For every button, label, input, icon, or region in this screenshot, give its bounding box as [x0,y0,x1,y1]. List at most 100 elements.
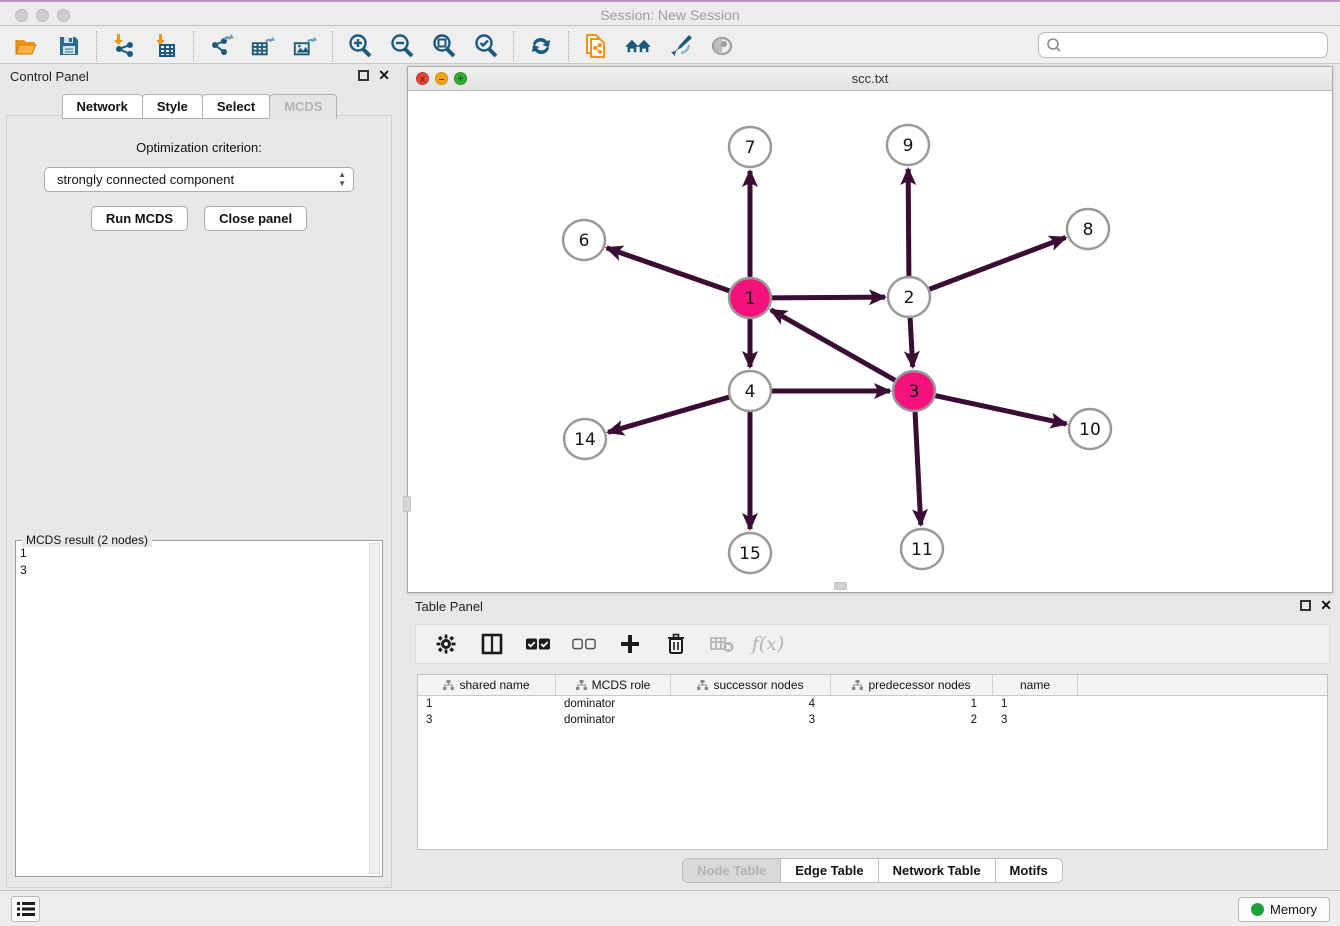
tab-edge-table[interactable]: Edge Table [781,859,878,882]
column-label: shared name [459,678,529,692]
export-network-icon[interactable] [208,33,234,59]
node-label: 7 [745,138,756,158]
column-header-MCDS-role[interactable]: MCDS role [556,675,671,695]
node-label: 8 [1083,220,1094,240]
result-scrollbar[interactable] [369,543,380,874]
tab-node-table[interactable]: Node Table [683,859,781,882]
column-header-name[interactable]: name [993,675,1078,695]
network-close-button[interactable]: x [416,72,429,85]
node-table[interactable]: shared name MCDS rolesuccessor nodes prede… [417,674,1328,850]
network-zoom-button[interactable]: + [454,72,467,85]
edge-2-8[interactable] [927,238,1066,291]
close-panel-icon[interactable]: ✕ [1320,600,1332,611]
import-table-icon[interactable] [153,33,179,59]
save-session-icon[interactable] [56,33,82,59]
table-row[interactable]: 3dominator323 [418,712,1327,728]
network-window-titlebar[interactable]: x – + scc.txt [408,67,1332,91]
import-network-icon[interactable] [111,33,137,59]
paintbrush-icon[interactable] [667,33,693,59]
node-6[interactable]: 6 [563,220,605,260]
tab-motifs[interactable]: Motifs [996,859,1062,882]
memory-status-icon [1251,903,1264,916]
node-11[interactable]: 11 [901,529,943,569]
refresh-layout-icon[interactable] [528,33,554,59]
tab-select[interactable]: Select [202,94,270,119]
delete-column-icon[interactable] [664,632,688,656]
edge-1-2[interactable] [769,297,885,298]
network-canvas[interactable]: 7 9 6 8 1 2 4 3 14 10 15 11 [408,91,1332,592]
column-header-shared-name[interactable]: shared name [418,675,556,695]
edge-3-1[interactable] [771,310,898,382]
optimization-criterion-dropdown[interactable]: strongly connected component ▲▼ [44,167,354,192]
network-minimize-button[interactable]: – [435,72,448,85]
export-image-icon[interactable] [292,33,318,59]
float-panel-icon[interactable] [1300,600,1311,611]
task-history-button[interactable] [11,896,40,922]
node-label: 4 [745,382,756,402]
mcds-result-text[interactable]: 1 3 [20,545,368,874]
close-panel-icon[interactable]: ✕ [378,70,390,81]
search-input[interactable] [1063,35,1327,55]
column-header-successor-nodes[interactable]: successor nodes [671,675,831,695]
edge-1-6[interactable] [607,248,732,292]
float-panel-icon[interactable] [358,70,369,81]
column-header-predecessor-nodes[interactable]: predecessor nodes [831,675,993,695]
select-all-checkboxes-icon[interactable] [526,632,550,656]
gear-icon[interactable] [434,632,458,656]
search-field[interactable] [1038,32,1328,58]
export-table-icon[interactable] [250,33,276,59]
deselect-all-checkboxes-icon[interactable] [572,632,596,656]
zoom-fit-icon[interactable] [431,33,457,59]
home-icon[interactable] [625,33,651,59]
mcds-panel: Optimization criterion: strongly connect… [6,115,392,888]
node-label: 10 [1079,420,1101,440]
columns-icon[interactable] [480,632,504,656]
node-2[interactable]: 2 [888,277,930,317]
optimization-criterion-label: Optimization criterion: [7,140,391,155]
node-8[interactable]: 8 [1067,209,1109,249]
edge-3-11[interactable] [915,410,921,525]
zoom-in-icon[interactable] [347,33,373,59]
table-header-row: shared name MCDS rolesuccessor nodes prede… [418,675,1327,696]
table-cell: 1 [418,696,556,712]
add-column-icon[interactable] [618,632,642,656]
node-label: 11 [911,540,933,560]
open-file-icon[interactable] [14,33,40,59]
node-3[interactable]: 3 [893,371,935,411]
node-4[interactable]: 4 [729,371,771,411]
clone-network-icon[interactable] [583,33,609,59]
run-mcds-button[interactable]: Run MCDS [91,206,188,231]
tab-mcds[interactable]: MCDS [269,94,337,119]
node-label: 6 [579,231,590,251]
column-label: predecessor nodes [868,678,970,692]
node-9[interactable]: 9 [887,125,929,165]
control-panel-tabs: NetworkStyleSelectMCDS [0,94,398,119]
horizontal-splitter-handle[interactable] [834,582,847,590]
tab-network[interactable]: Network [62,94,143,119]
node-7[interactable]: 7 [729,127,771,167]
main-toolbar [0,28,1340,64]
column-label: name [1020,678,1050,692]
zoom-selected-icon[interactable] [473,33,499,59]
dropdown-value: strongly connected component [57,172,234,187]
memory-button[interactable]: Memory [1238,897,1330,922]
edge-2-3[interactable] [910,316,913,367]
node-15[interactable]: 15 [729,533,771,573]
edge-3-10[interactable] [933,395,1067,424]
vertical-splitter-handle[interactable] [403,496,411,512]
eye-icon[interactable] [709,33,735,59]
tab-network-table[interactable]: Network Table [879,859,996,882]
zoom-out-icon[interactable] [389,33,415,59]
tab-style[interactable]: Style [142,94,203,119]
edge-4-14[interactable] [608,396,732,432]
edge-2-9[interactable] [908,169,909,278]
node-10[interactable]: 10 [1069,409,1111,449]
function-builder-icon: f(x) [756,632,780,656]
node-14[interactable]: 14 [564,419,606,459]
mcds-result-box: MCDS result (2 nodes) 1 3 [15,540,383,877]
close-panel-button[interactable]: Close panel [204,206,307,231]
titlebar: Session: New Session [0,0,1340,26]
table-row[interactable]: 1dominator411 [418,696,1327,712]
node-1[interactable]: 1 [729,278,771,318]
network-graph[interactable]: 7 9 6 8 1 2 4 3 14 10 15 11 [408,91,1332,592]
